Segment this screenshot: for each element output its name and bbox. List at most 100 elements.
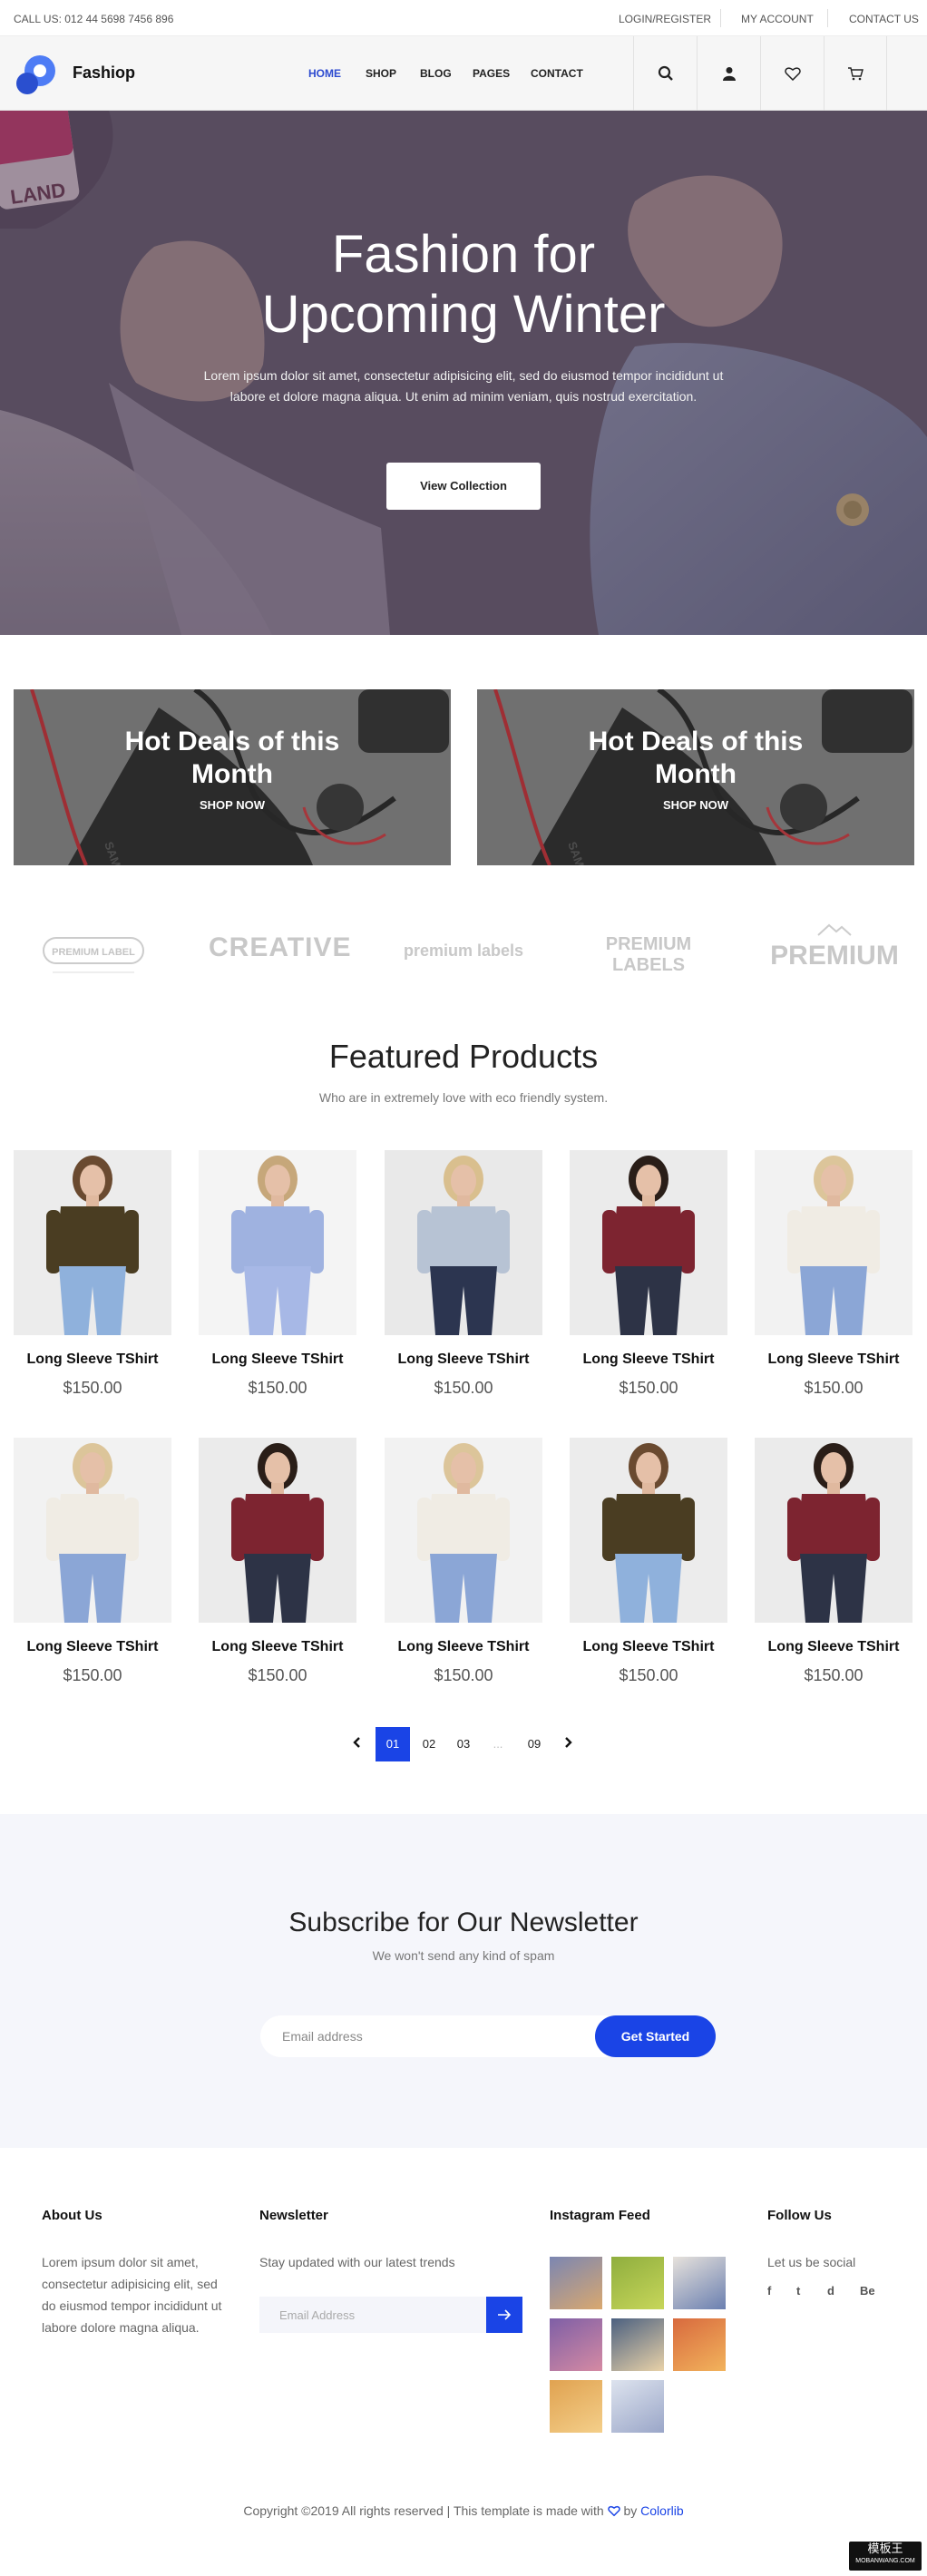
page-09[interactable]: 09	[517, 1727, 551, 1761]
product-image[interactable]	[755, 1150, 912, 1335]
arrow-right-icon	[498, 2309, 512, 2320]
product-image[interactable]	[570, 1150, 727, 1335]
cart-icon	[848, 67, 864, 81]
product-price: $150.00	[434, 1379, 493, 1397]
product-card[interactable]: Long Sleeve TShirt $150.00	[199, 1150, 356, 1397]
product-name[interactable]: Long Sleeve TShirt	[199, 1351, 356, 1368]
promo-title: Hot Deals of this Month	[14, 726, 451, 791]
product-card[interactable]: Long Sleeve TShirt $150.00	[14, 1150, 171, 1397]
hero-text-line2: labore et dolore magna aliqua. Ut enim a…	[229, 389, 698, 404]
product-card[interactable]: Long Sleeve TShirt $150.00	[14, 1438, 171, 1684]
view-collection-button[interactable]: View Collection	[386, 463, 541, 510]
hero-title-line2: Upcoming Winter	[261, 285, 666, 344]
instagram-photo[interactable]	[673, 2257, 726, 2309]
behance-icon[interactable]: Be	[860, 2284, 875, 2298]
nav-pages[interactable]: PAGES	[473, 67, 510, 80]
mountain-icon	[817, 923, 852, 936]
product-image[interactable]	[755, 1438, 912, 1623]
brand-logo-3[interactable]: premium labels	[395, 914, 532, 987]
search-button[interactable]	[633, 36, 697, 111]
instagram-photo[interactable]	[611, 2257, 664, 2309]
product-image[interactable]	[385, 1438, 542, 1623]
brand-logo-4[interactable]: PREMIUM LABELS	[581, 914, 717, 987]
user-icon	[722, 67, 736, 81]
product-card[interactable]: Long Sleeve TShirt $150.00	[385, 1150, 542, 1397]
get-started-button[interactable]: Get Started	[595, 2015, 716, 2057]
product-name[interactable]: Long Sleeve TShirt	[199, 1639, 356, 1655]
page-03[interactable]: 03	[446, 1727, 481, 1761]
shop-now-link[interactable]: SHOP NOW	[14, 798, 451, 812]
instagram-photo[interactable]	[611, 2318, 664, 2371]
promo-title-line2: Month	[655, 759, 737, 789]
chevron-left-icon	[353, 1737, 360, 1748]
twitter-icon[interactable]: t	[796, 2284, 800, 2298]
product-name[interactable]: Long Sleeve TShirt	[14, 1639, 171, 1655]
newsletter-subtitle: We won't send any kind of spam	[372, 1948, 555, 1963]
product-image[interactable]	[570, 1438, 727, 1623]
instagram-photo[interactable]	[550, 2380, 602, 2433]
footer-subscribe-button[interactable]	[486, 2297, 522, 2333]
product-card[interactable]: Long Sleeve TShirt $150.00	[199, 1438, 356, 1684]
heart-icon	[607, 2505, 620, 2517]
login-register-link[interactable]: LOGIN/REGISTER	[619, 13, 711, 25]
product-name[interactable]: Long Sleeve TShirt	[755, 1351, 912, 1368]
instagram-photo[interactable]	[550, 2257, 602, 2309]
brand-name[interactable]: Fashiop	[73, 63, 135, 83]
brand-logo-1[interactable]: PREMIUM LABEL	[25, 914, 161, 987]
dribbble-icon[interactable]: d	[827, 2284, 834, 2298]
product-image[interactable]	[199, 1150, 356, 1335]
product-name[interactable]: Long Sleeve TShirt	[385, 1639, 542, 1655]
hero-text-line1: Lorem ipsum dolor sit amet, consectetur …	[203, 368, 724, 383]
facebook-icon[interactable]: f	[767, 2284, 771, 2298]
page-02[interactable]: 02	[412, 1727, 446, 1761]
colorlib-link[interactable]: Colorlib	[640, 2503, 683, 2518]
nav-shop[interactable]: SHOP	[366, 67, 396, 80]
prev-page-button[interactable]	[339, 1727, 374, 1761]
promo-banner-2[interactable]: SAMSUNG Hot Deals of this Month SHOP NOW	[477, 689, 914, 865]
nav-home[interactable]: HOME	[308, 67, 341, 80]
product-price: $150.00	[63, 1666, 122, 1684]
product-image[interactable]	[199, 1438, 356, 1623]
user-button[interactable]	[697, 36, 760, 111]
product-card[interactable]: Long Sleeve TShirt $150.00	[385, 1438, 542, 1684]
promo-banner-1[interactable]: SAMSUNG Hot Deals of this Month SHOP NOW	[14, 689, 451, 865]
product-price: $150.00	[248, 1379, 307, 1397]
product-name[interactable]: Long Sleeve TShirt	[14, 1351, 171, 1368]
heart-icon	[784, 67, 801, 81]
shop-now-link[interactable]: SHOP NOW	[477, 798, 914, 812]
instagram-photo[interactable]	[673, 2318, 726, 2371]
follow-us-text: Let us be social	[767, 2255, 856, 2269]
product-photo	[199, 1150, 356, 1335]
brand-logo-2[interactable]: CREATIVE	[209, 914, 350, 987]
about-line: do eiusmod tempor incididunt ut	[42, 2298, 222, 2313]
premium-logo-text: PREMIUM	[770, 941, 899, 971]
product-photo	[199, 1438, 356, 1623]
product-name[interactable]: Long Sleeve TShirt	[570, 1351, 727, 1368]
product-image[interactable]	[14, 1438, 171, 1623]
cart-button[interactable]	[824, 36, 887, 111]
product-card[interactable]: Long Sleeve TShirt $150.00	[755, 1438, 912, 1684]
nav-contact[interactable]: CONTACT	[531, 67, 583, 80]
product-card[interactable]: Long Sleeve TShirt $150.00	[570, 1438, 727, 1684]
instagram-photo[interactable]	[611, 2380, 664, 2433]
newsletter-email-field[interactable]: Email address	[260, 2015, 625, 2057]
footer-email-field[interactable]: Email Address	[259, 2297, 486, 2333]
my-account-link[interactable]: MY ACCOUNT	[741, 13, 814, 25]
nav-blog[interactable]: BLOG	[420, 67, 452, 80]
product-card[interactable]: Long Sleeve TShirt $150.00	[755, 1150, 912, 1397]
page-01[interactable]: 01	[376, 1727, 410, 1761]
product-card[interactable]: Long Sleeve TShirt $150.00	[570, 1150, 727, 1397]
instagram-photo[interactable]	[550, 2318, 602, 2371]
product-image[interactable]	[385, 1150, 542, 1335]
product-image[interactable]	[14, 1150, 171, 1335]
newsletter-section: Subscribe for Our Newsletter We won't se…	[0, 1814, 927, 2148]
contact-us-link[interactable]: CONTACT US	[849, 13, 919, 25]
product-name[interactable]: Long Sleeve TShirt	[385, 1351, 542, 1368]
product-name[interactable]: Long Sleeve TShirt	[755, 1639, 912, 1655]
wishlist-button[interactable]	[760, 36, 824, 111]
divider	[720, 9, 721, 27]
next-page-button[interactable]	[551, 1727, 586, 1761]
brand-logo-5[interactable]: PREMIUM	[766, 914, 903, 987]
product-name[interactable]: Long Sleeve TShirt	[570, 1639, 727, 1655]
logo-icon[interactable]	[15, 53, 58, 96]
